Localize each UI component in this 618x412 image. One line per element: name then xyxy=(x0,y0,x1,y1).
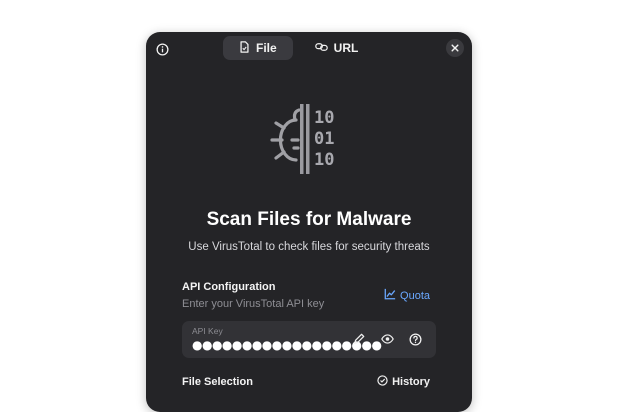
chart-icon xyxy=(384,288,396,303)
api-key-field[interactable]: API Key ●●●●●●●●●●●●●●●●●●● xyxy=(182,321,436,358)
page-subtitle: Use VirusTotal to check files for securi… xyxy=(188,241,430,253)
quota-label: Quota xyxy=(400,289,430,302)
api-key-actions xyxy=(352,332,422,346)
link-icon xyxy=(314,41,328,56)
api-key-label: API Key xyxy=(192,326,223,336)
tab-file-label: File xyxy=(256,41,277,55)
api-config-description: Enter your VirusTotal API key xyxy=(182,298,325,310)
tab-url-label: URL xyxy=(333,41,359,55)
tab-url[interactable]: URL xyxy=(299,36,375,60)
info-icon[interactable] xyxy=(154,41,170,57)
help-icon[interactable] xyxy=(408,332,422,346)
binary-row: 10 xyxy=(314,108,334,128)
api-config-title: API Configuration xyxy=(182,281,276,293)
tab-file[interactable]: File xyxy=(223,36,293,60)
pencil-icon[interactable] xyxy=(352,332,366,346)
binary-row: 01 xyxy=(314,129,334,149)
history-label: History xyxy=(392,376,430,388)
mode-tabs: File URL xyxy=(223,36,374,60)
quota-link[interactable]: Quota xyxy=(384,288,430,303)
eye-icon[interactable] xyxy=(380,332,394,346)
file-selection-title: File Selection xyxy=(182,376,253,388)
page-title: Scan Files for Malware xyxy=(206,209,412,230)
close-icon[interactable] xyxy=(446,39,464,57)
scanner-panel: File URL 10 01 10 Scan Files for Malware… xyxy=(146,32,472,412)
file-icon xyxy=(239,40,250,56)
binary-row: 10 xyxy=(314,150,334,170)
bug-binary-icon: 10 01 10 xyxy=(264,96,354,176)
clock-icon xyxy=(377,375,388,389)
history-button[interactable]: History xyxy=(377,375,430,389)
